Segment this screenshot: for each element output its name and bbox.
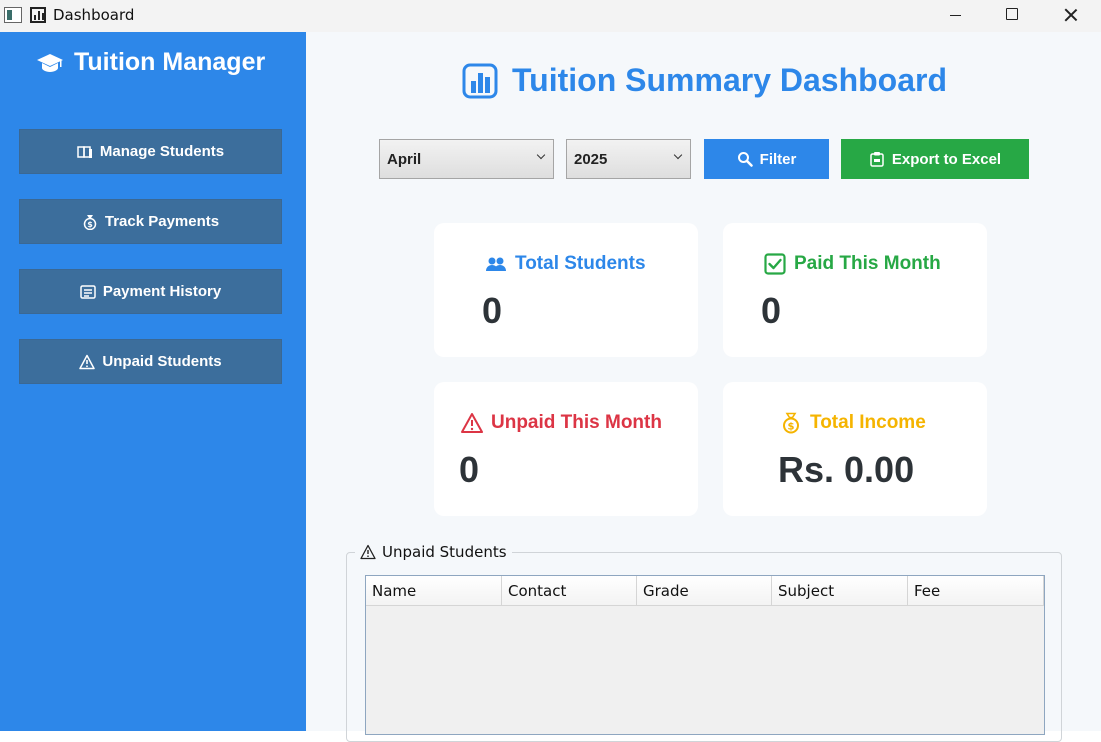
page-title-text: Tuition Summary Dashboard bbox=[512, 62, 948, 98]
group-legend: Unpaid Students bbox=[355, 543, 512, 561]
column-header-fee[interactable]: Fee bbox=[908, 576, 1044, 606]
window-title: Dashboard bbox=[53, 6, 135, 24]
column-header-subject[interactable]: Subject bbox=[772, 576, 908, 606]
card-title: Total Students bbox=[485, 253, 646, 275]
month-select[interactable]: April bbox=[379, 139, 554, 179]
card-title: $ Total Income bbox=[780, 412, 926, 434]
card-value: 0 bbox=[761, 290, 782, 331]
track-payments-button[interactable]: $ Track Payments bbox=[19, 199, 282, 244]
bar-chart-icon bbox=[462, 63, 498, 99]
card-value: 0 bbox=[482, 290, 503, 331]
card-title-text: Total Students bbox=[515, 253, 646, 274]
card-title: Paid This Month bbox=[764, 253, 941, 275]
chevron-down-icon bbox=[673, 150, 683, 160]
users-icon bbox=[485, 253, 507, 275]
manage-students-label: Manage Students bbox=[99, 143, 225, 160]
checkbox-check-icon bbox=[764, 253, 786, 275]
paid-this-month-card: Paid This Month 0 bbox=[723, 223, 987, 357]
warning-icon bbox=[360, 544, 376, 560]
books-icon bbox=[77, 144, 93, 160]
year-select[interactable]: 2025 bbox=[566, 139, 691, 179]
app-icon bbox=[4, 7, 22, 23]
filter-label: Filter bbox=[759, 150, 797, 168]
track-payments-label: Track Payments bbox=[104, 213, 220, 230]
main-content: Tuition Summary Dashboard April 2025 Fil… bbox=[306, 32, 1101, 742]
card-title-text: Paid This Month bbox=[794, 253, 941, 274]
warning-icon bbox=[79, 354, 96, 370]
close-button[interactable] bbox=[1041, 0, 1099, 32]
dashboard-window-icon bbox=[30, 7, 46, 23]
ledger-icon bbox=[80, 284, 96, 300]
unpaid-students-label: Unpaid Students bbox=[102, 353, 222, 370]
filter-button[interactable]: Filter bbox=[704, 139, 829, 179]
group-legend-text: Unpaid Students bbox=[382, 543, 507, 561]
payment-history-label: Payment History bbox=[102, 283, 222, 300]
total-income-card: $ Total Income Rs. 0.00 bbox=[723, 382, 987, 516]
svg-text:$: $ bbox=[87, 220, 93, 229]
money-bag-icon: $ bbox=[780, 412, 802, 434]
manage-students-button[interactable]: Manage Students bbox=[19, 129, 282, 174]
year-value: 2025 bbox=[574, 150, 608, 168]
month-value: April bbox=[387, 150, 422, 168]
card-title: Unpaid This Month bbox=[461, 412, 662, 434]
unpaid-students-table[interactable]: Name Contact Grade Subject Fee bbox=[365, 575, 1045, 735]
unpaid-students-button[interactable]: Unpaid Students bbox=[19, 339, 282, 384]
warning-icon bbox=[461, 412, 483, 434]
card-title-text: Total Income bbox=[810, 412, 926, 433]
total-students-card: Total Students 0 bbox=[434, 223, 698, 357]
minimize-button[interactable] bbox=[925, 0, 983, 32]
table-header: Name Contact Grade Subject Fee bbox=[366, 576, 1044, 606]
export-label: Export to Excel bbox=[891, 150, 1002, 168]
unpaid-this-month-card: Unpaid This Month 0 bbox=[434, 382, 698, 516]
payment-history-button[interactable]: Payment History bbox=[19, 269, 282, 314]
card-title-text: Unpaid This Month bbox=[491, 412, 662, 433]
page-title: Tuition Summary Dashboard bbox=[462, 62, 947, 99]
column-header-name[interactable]: Name bbox=[366, 576, 502, 606]
clipboard-icon bbox=[869, 151, 885, 167]
chevron-down-icon bbox=[536, 150, 546, 160]
card-value: 0 bbox=[459, 449, 480, 490]
title-bar: Dashboard bbox=[0, 0, 1101, 32]
column-header-grade[interactable]: Grade bbox=[637, 576, 772, 606]
search-icon bbox=[737, 151, 753, 167]
column-header-contact[interactable]: Contact bbox=[502, 576, 637, 606]
svg-text:$: $ bbox=[788, 422, 795, 433]
maximize-button[interactable] bbox=[983, 0, 1041, 32]
brand-name: Tuition Manager bbox=[74, 48, 266, 76]
card-value: Rs. 0.00 bbox=[778, 449, 915, 490]
unpaid-students-group: Unpaid Students Name Contact Grade Subje… bbox=[346, 543, 1062, 742]
brand: Tuition Manager bbox=[36, 48, 265, 77]
money-bag-icon: $ bbox=[82, 214, 98, 230]
sidebar: Tuition Manager Manage Students $ Track … bbox=[0, 32, 306, 731]
export-excel-button[interactable]: Export to Excel bbox=[841, 139, 1029, 179]
graduation-cap-icon bbox=[36, 51, 64, 75]
